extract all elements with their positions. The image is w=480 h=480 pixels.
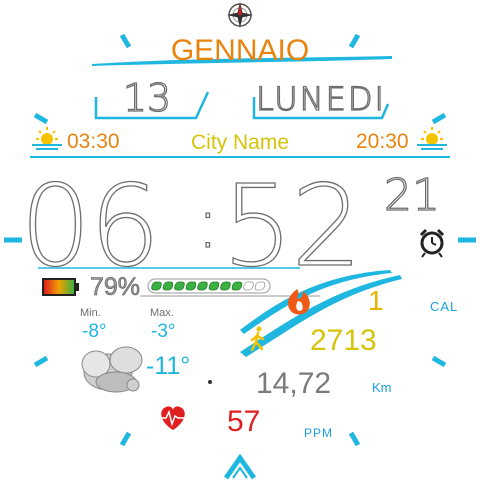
temp-max: -3° bbox=[151, 321, 176, 342]
compass-icon bbox=[227, 2, 253, 28]
calories-value: 1 bbox=[368, 285, 384, 316]
calories-unit: CAL bbox=[430, 299, 459, 314]
moon-icon bbox=[385, 232, 406, 257]
chevron-up-icon bbox=[223, 453, 257, 480]
temp-min-label: Min. bbox=[80, 307, 101, 319]
temp-current: -11° bbox=[146, 352, 191, 380]
distance-unit: Km bbox=[372, 380, 392, 395]
weekday-label: LUNEDI bbox=[255, 79, 386, 118]
time-seconds: 21 bbox=[383, 169, 440, 221]
steps-value: 2713 bbox=[310, 324, 377, 357]
heart-rate-value: 57 bbox=[227, 405, 261, 438]
time-minutes: 52 bbox=[221, 161, 363, 292]
day-number: 13 bbox=[122, 75, 172, 120]
month-label: GENNAIO bbox=[170, 34, 310, 67]
battery-percent: 79% bbox=[90, 273, 141, 302]
time-separator: : bbox=[195, 181, 220, 264]
sunset-time: 20:30 bbox=[356, 130, 409, 153]
temp-max-label: Max. bbox=[150, 307, 174, 319]
alarm-icon bbox=[419, 228, 445, 258]
heart-rate-icon bbox=[158, 406, 188, 430]
temp-min: -8° bbox=[82, 321, 107, 342]
heart-rate-unit: PPM bbox=[304, 426, 334, 440]
cloud-icon bbox=[81, 346, 143, 393]
distance-value: 14,72 bbox=[256, 367, 332, 400]
watch-face: GENNAIO 13 LUNEDI 03:30 City Name 20:30 … bbox=[0, 0, 480, 480]
